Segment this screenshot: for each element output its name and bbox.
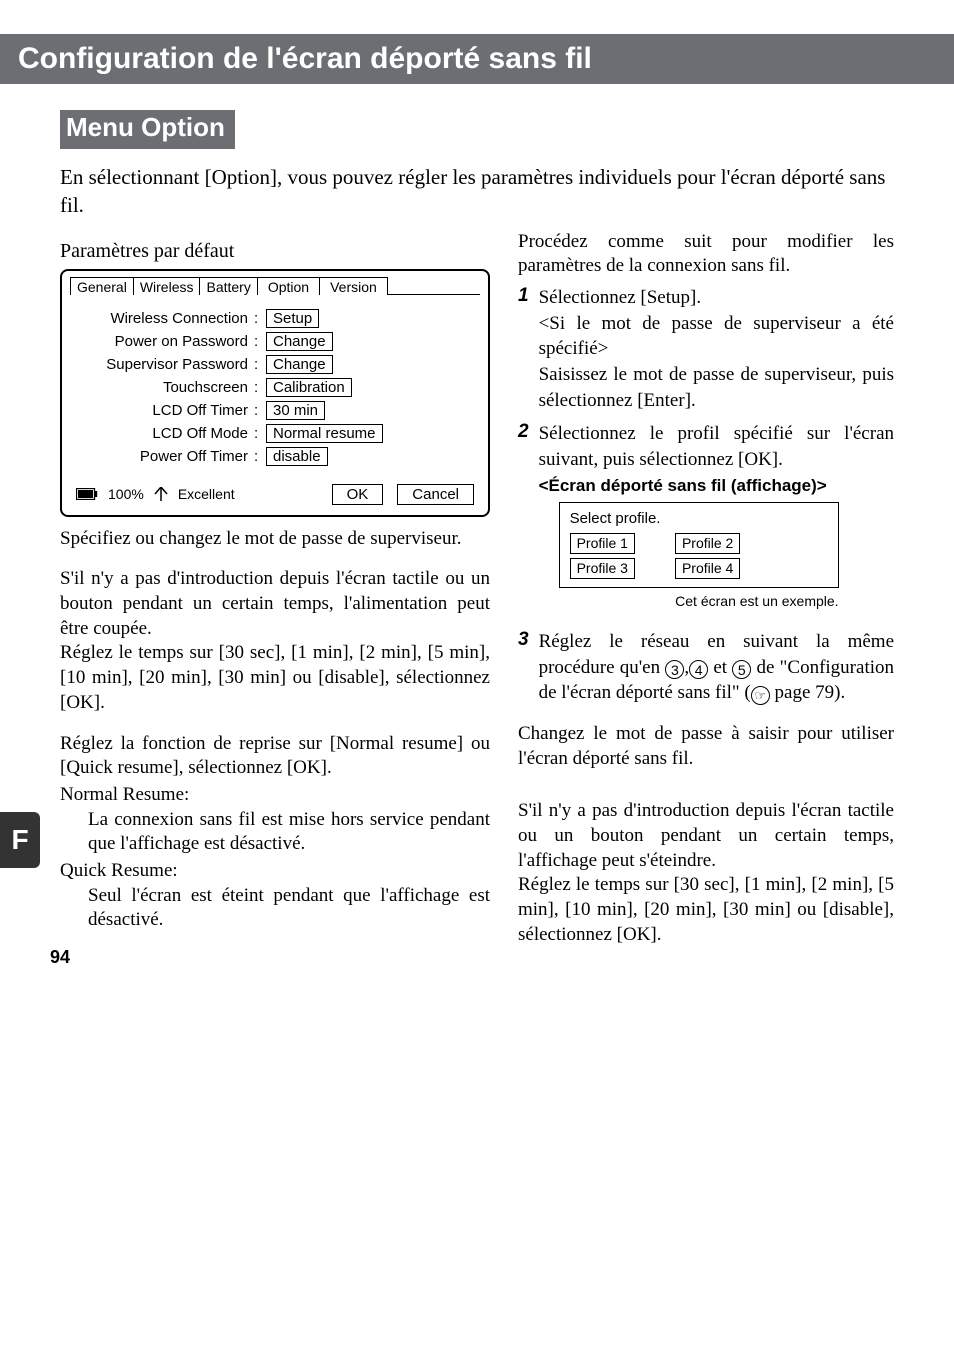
value-wireless-connection[interactable]: Setup	[266, 309, 319, 328]
reference-icon: ☞	[751, 686, 770, 705]
ok-button[interactable]: OK	[332, 484, 384, 505]
label-power-on-password: Power on Password	[74, 333, 254, 350]
note-supervisor: Spécifiez ou changez le mot de passe de …	[60, 527, 490, 552]
quick-resume-body: Seul l'écran est éteint pendant que l'af…	[60, 884, 490, 933]
profile-prompt: Select profile.	[570, 509, 828, 529]
page-title: Configuration de l'écran déporté sans fi…	[0, 34, 954, 84]
label-power-off-timer: Power Off Timer	[74, 448, 254, 465]
circled-4-icon: 4	[689, 660, 708, 679]
profile-2-button[interactable]: Profile 2	[675, 533, 740, 554]
step-3-number: 3	[518, 629, 529, 706]
value-lcd-off-mode[interactable]: Normal resume	[266, 424, 383, 443]
step-2-title: <Écran déporté sans fil (affichage)>	[539, 476, 827, 495]
label-touchscreen: Touchscreen	[74, 379, 254, 396]
note-lcd-mode-intro: Réglez la fonction de reprise sur [Norma…	[60, 732, 490, 781]
label-lcd-off-timer: LCD Off Timer	[74, 402, 254, 419]
note-change-password: Changez le mot de passe à saisir pour ut…	[518, 722, 894, 771]
tab-option[interactable]: Option	[257, 277, 320, 295]
value-power-on-password[interactable]: Change	[266, 332, 333, 351]
page-number: 94	[50, 947, 70, 968]
step-2a: Sélectionnez le profil spécifié sur l'éc…	[539, 423, 894, 470]
step-3-body: Réglez le réseau en suivant la même proc…	[539, 629, 894, 706]
profile-dialog: Select profile. Profile 1 Profile 2 Prof…	[559, 502, 839, 588]
step-1c: Saisissez le mot de passe de superviseur…	[539, 364, 894, 411]
step-1b: <Si le mot de passe de superviseur a été…	[539, 313, 894, 360]
note-power-off: S'il n'y a pas d'introduction depuis l'é…	[60, 567, 490, 715]
intro-paragraph: En sélectionnant [Option], vous pouvez r…	[60, 163, 894, 220]
label-supervisor-password: Supervisor Password	[74, 356, 254, 373]
tab-wireless[interactable]: Wireless	[133, 277, 201, 295]
signal-label: Excellent	[178, 486, 235, 502]
language-tab: F	[0, 812, 40, 868]
tab-battery[interactable]: Battery	[199, 277, 257, 295]
value-power-off-timer[interactable]: disable	[266, 447, 328, 466]
note-lcd-timer: S'il n'y a pas d'introduction depuis l'é…	[518, 799, 894, 947]
tab-general[interactable]: General	[70, 277, 134, 295]
value-lcd-off-timer[interactable]: 30 min	[266, 401, 325, 420]
profile-1-button[interactable]: Profile 1	[570, 533, 635, 554]
right-lead: Procédez comme suit pour modifier les pa…	[518, 230, 894, 279]
step-1-number: 1	[518, 285, 529, 413]
battery-percent: 100%	[108, 486, 144, 502]
cancel-button[interactable]: Cancel	[397, 484, 474, 505]
circled-5-icon: 5	[732, 660, 751, 679]
label-lcd-off-mode: LCD Off Mode	[74, 425, 254, 442]
step-2-number: 2	[518, 421, 529, 621]
normal-resume-label: Normal Resume:	[60, 783, 490, 808]
profile-caption: Cet écran est un exemple.	[559, 592, 839, 611]
normal-resume-body: La connexion sans fil est mise hors serv…	[60, 808, 490, 857]
profile-4-button[interactable]: Profile 4	[675, 558, 740, 579]
battery-icon	[76, 488, 98, 500]
section-heading: Menu Option	[60, 110, 235, 149]
value-touchscreen[interactable]: Calibration	[266, 378, 352, 397]
step-1a: Sélectionnez [Setup].	[539, 287, 702, 308]
label-wireless-connection: Wireless Connection	[74, 310, 254, 327]
circled-3-icon: 3	[665, 660, 684, 679]
signal-icon	[154, 487, 168, 501]
profile-3-button[interactable]: Profile 3	[570, 558, 635, 579]
tab-version[interactable]: Version	[319, 277, 388, 295]
option-screen: General Wireless Battery Option Version …	[60, 269, 490, 517]
defaults-label: Paramètres par défaut	[60, 240, 490, 263]
quick-resume-label: Quick Resume:	[60, 859, 490, 884]
value-supervisor-password[interactable]: Change	[266, 355, 333, 374]
